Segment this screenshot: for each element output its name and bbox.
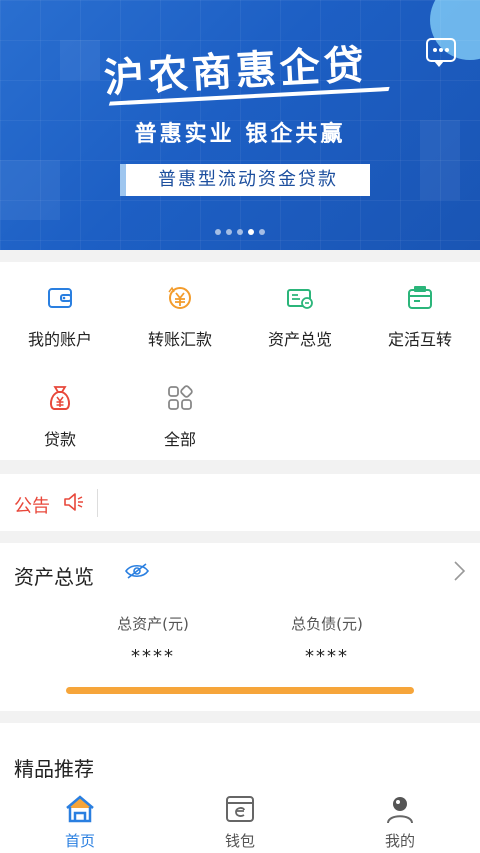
- menu-item-my-account[interactable]: 我的账户: [0, 262, 120, 349]
- wallet-icon: [48, 288, 72, 308]
- grid-all-icon: [168, 385, 193, 410]
- tab-label: 首页: [64, 832, 95, 850]
- menu-label: 转账汇款: [147, 330, 212, 349]
- notice-label: 公告: [14, 496, 50, 517]
- banner-tag: 普惠型流动资金贷款: [120, 164, 370, 196]
- banner-block-decoration: [60, 40, 100, 80]
- total-assets-value: ****: [131, 646, 175, 667]
- promo-banner[interactable]: 沪农商惠企贷 普惠实业 银企共赢 普惠型流动资金贷款: [0, 0, 480, 250]
- message-icon[interactable]: [426, 38, 456, 67]
- menu-label: 我的账户: [27, 330, 92, 349]
- banner-page-indicator: [0, 229, 480, 235]
- menu-label: 资产总览: [267, 330, 332, 349]
- chevron-right-icon[interactable]: [452, 560, 466, 582]
- total-assets-label: 总资产(元): [117, 615, 189, 633]
- menu-label: 全部: [163, 430, 196, 449]
- notice-divider: [97, 489, 98, 517]
- notice-bar[interactable]: 公告: [0, 474, 480, 531]
- app-screen: 沪农商惠企贷 普惠实业 银企共赢 普惠型流动资金贷款 我的账户 转账汇款 资产总…: [0, 0, 480, 853]
- indicator-dot-active[interactable]: [248, 229, 254, 235]
- menu-label: 定活互转: [387, 330, 452, 349]
- speaker-icon: [64, 493, 83, 511]
- total-debt: 总负债(元) ****: [252, 613, 402, 667]
- wallet-e-icon: [226, 796, 254, 822]
- tab-label: 钱包: [224, 832, 255, 850]
- recommend-title: 精品推荐: [14, 757, 94, 781]
- menu-label: 贷款: [43, 430, 76, 449]
- fixed-current-icon: [408, 286, 432, 309]
- message-dots: [433, 48, 449, 52]
- menu-item-assets-overview[interactable]: 资产总览: [240, 262, 360, 349]
- tab-wallet[interactable]: 钱包: [160, 783, 320, 853]
- total-assets: 总资产(元) ****: [78, 613, 228, 667]
- eye-hidden-icon[interactable]: [124, 562, 150, 580]
- profile-icon: [387, 797, 413, 824]
- bottom-tab-bar: 首页 钱包 我的: [0, 783, 480, 853]
- menu-item-loan[interactable]: 贷款: [0, 362, 120, 449]
- menu-item-all[interactable]: 全部: [120, 362, 240, 449]
- assets-bar: [66, 687, 414, 694]
- assets-title: 资产总览: [14, 565, 94, 589]
- assets-card-icon: [287, 289, 313, 309]
- total-debt-value: ****: [305, 646, 349, 667]
- tab-mine[interactable]: 我的: [320, 783, 480, 853]
- banner-block-decoration: [0, 160, 60, 220]
- menu-item-fixed-current-transfer[interactable]: 定活互转: [360, 262, 480, 349]
- assets-overview-card[interactable]: 资产总览 总资产(元) **** 总负债(元) ****: [0, 543, 480, 711]
- loan-bag-icon: [49, 386, 71, 410]
- indicator-dot[interactable]: [237, 229, 243, 235]
- total-debt-label: 总负债(元): [291, 615, 363, 633]
- indicator-dot[interactable]: [226, 229, 232, 235]
- function-menu: 我的账户 转账汇款 资产总览 定活互转 贷款 全部: [0, 262, 480, 460]
- indicator-dot[interactable]: [215, 229, 221, 235]
- tab-label: 我的: [384, 832, 415, 850]
- banner-subtitle: 普惠实业 银企共赢: [134, 122, 346, 147]
- tab-home[interactable]: 首页: [0, 783, 160, 853]
- home-icon: [66, 795, 94, 823]
- indicator-dot[interactable]: [259, 229, 265, 235]
- transfer-yuan-icon: [168, 286, 191, 309]
- menu-item-transfer[interactable]: 转账汇款: [120, 262, 240, 349]
